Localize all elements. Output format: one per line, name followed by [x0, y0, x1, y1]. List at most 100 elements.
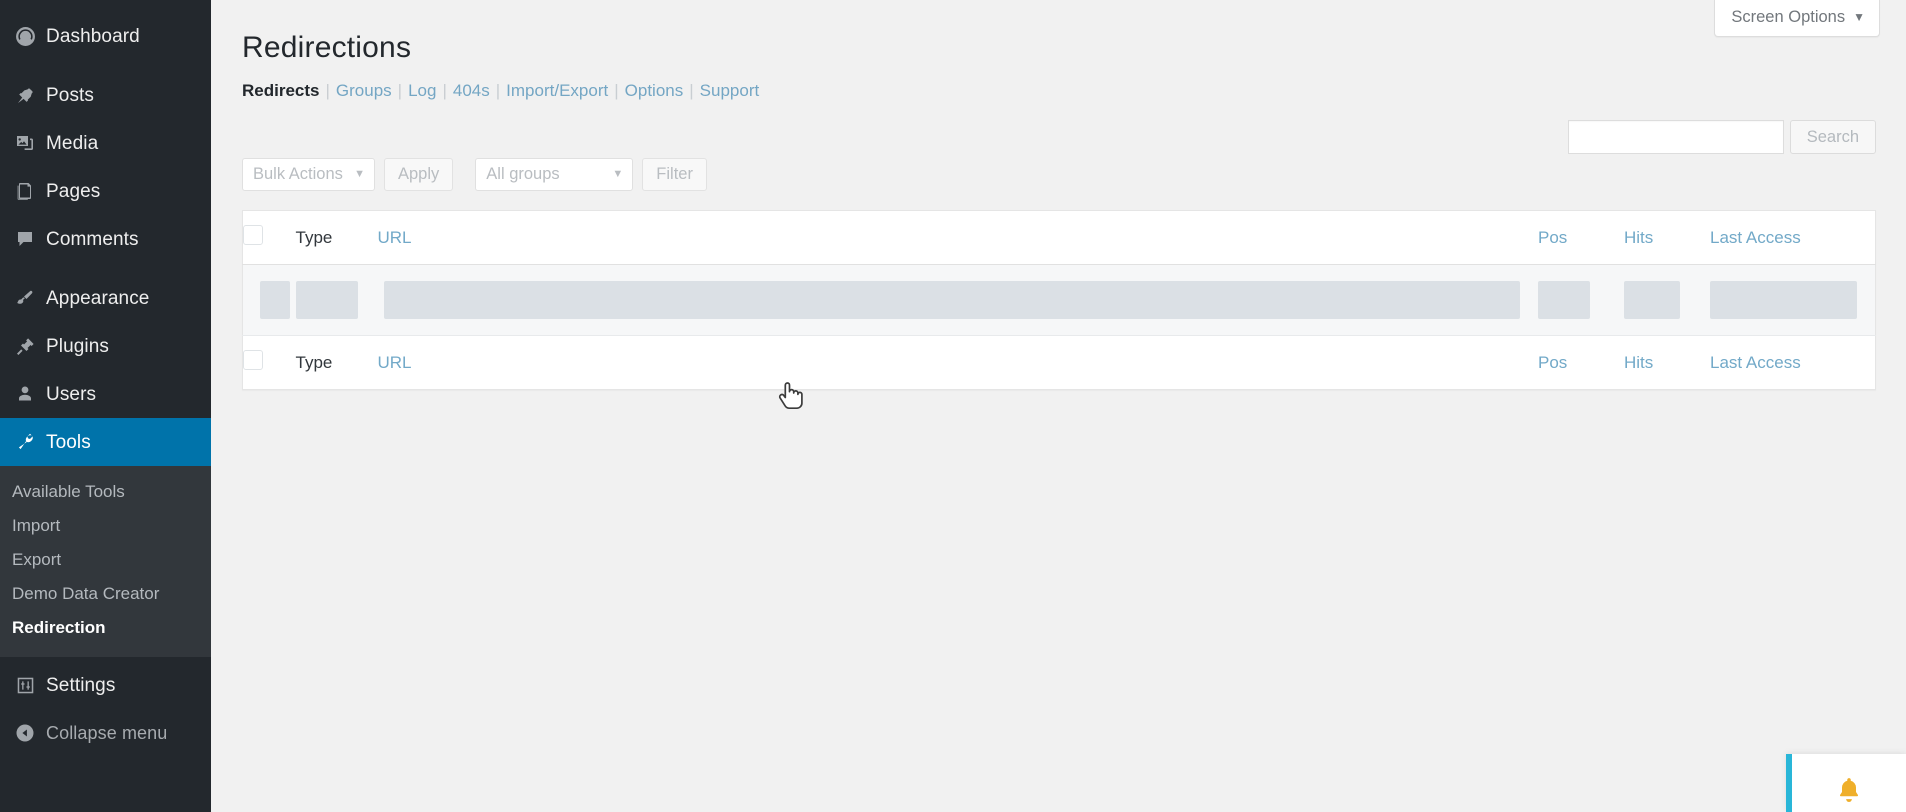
skeleton-block — [1538, 281, 1590, 319]
skeleton-block — [260, 281, 290, 319]
wp-admin-screen: Dashboard Posts Media Pages Comments App… — [0, 0, 1906, 812]
sort-link-last-access[interactable]: Last Access — [1710, 228, 1801, 247]
group-filter-label: All groups — [486, 164, 560, 183]
table-footer-row: Type URL Pos Hits Last Access — [242, 335, 1876, 390]
bulk-actions-label: Bulk Actions — [253, 164, 343, 183]
sidebar-item-comments[interactable]: Comments — [0, 215, 211, 263]
sidebar-item-posts[interactable]: Posts — [0, 71, 211, 119]
comments-icon — [4, 229, 46, 249]
sidebar-item-tools[interactable]: Tools — [0, 418, 211, 466]
group-filter-select[interactable]: All groups ▼ — [475, 157, 634, 191]
submenu-item-available-tools[interactable]: Available Tools — [0, 475, 211, 509]
sidebar-item-label: Appearance — [46, 287, 150, 309]
table-header-row: Type URL Pos Hits Last Access — [242, 210, 1876, 265]
skeleton-block — [1624, 281, 1680, 319]
sidebar-item-collapse-menu[interactable]: Collapse menu — [0, 709, 211, 757]
submenu-item-export[interactable]: Export — [0, 543, 211, 577]
sidebar-submenu-tools: Available Tools Import Export Demo Data … — [0, 466, 211, 657]
select-all-checkbox-footer[interactable] — [243, 350, 263, 370]
search-box: Search — [1567, 120, 1876, 154]
subnav-item-404s[interactable]: 404s — [453, 81, 490, 100]
subnav-separator: | — [397, 81, 403, 100]
subnav: Redirects | Groups | Log | 404s | Import/Export |… — [242, 81, 1876, 101]
table-toolbar: Bulk Actions ▼ Apply All groups ▼ Filter — [242, 156, 1876, 192]
redirects-table: Type URL Pos Hits Last Access Type URL P… — [242, 210, 1876, 390]
sidebar-item-label: Settings — [46, 674, 116, 696]
column-footer-last-access: Last Access — [1710, 335, 1876, 390]
sidebar-item-dashboard[interactable]: Dashboard — [0, 12, 211, 60]
skeleton-checkbox-cell — [242, 264, 296, 336]
sidebar-item-label: Tools — [46, 431, 91, 453]
user-icon — [4, 384, 46, 404]
select-all-header — [242, 210, 296, 265]
search-input[interactable] — [1567, 120, 1784, 154]
sort-link-url-footer[interactable]: URL — [378, 353, 412, 372]
sidebar-item-label: Comments — [46, 228, 139, 250]
subnav-item-support[interactable]: Support — [700, 81, 760, 100]
table-foot: Type URL Pos Hits Last Access — [242, 335, 1876, 390]
sidebar-item-label: Users — [46, 383, 97, 405]
subnav-item-import-export[interactable]: Import/Export — [506, 81, 608, 100]
skeleton-block — [383, 281, 1520, 319]
sidebar-item-label: Media — [46, 132, 99, 154]
chevron-down-icon: ▼ — [354, 168, 365, 180]
subnav-separator: | — [442, 81, 447, 100]
sort-link-pos[interactable]: Pos — [1538, 228, 1567, 247]
sidebar-item-media[interactable]: Media — [0, 119, 211, 167]
select-all-footer — [242, 335, 296, 390]
sort-link-pos-footer[interactable]: Pos — [1538, 353, 1567, 372]
plugin-icon — [4, 336, 46, 356]
column-footer-pos: Pos — [1538, 335, 1624, 390]
bulk-actions-select[interactable]: Bulk Actions ▼ — [242, 157, 375, 191]
sidebar-item-label: Pages — [46, 180, 101, 202]
submenu-item-redirection[interactable]: Redirection — [0, 611, 211, 645]
column-footer-url: URL — [377, 335, 1538, 390]
sidebar-item-settings[interactable]: Settings — [0, 661, 211, 709]
sort-link-last-access-footer[interactable]: Last Access — [1710, 353, 1801, 372]
sidebar-item-label: Dashboard — [46, 25, 140, 47]
notification-widget[interactable] — [1786, 754, 1906, 812]
filter-button[interactable]: Filter — [642, 157, 707, 191]
sort-link-hits[interactable]: Hits — [1624, 228, 1653, 247]
sidebar-item-plugins[interactable]: Plugins — [0, 322, 211, 370]
sort-link-hits-footer[interactable]: Hits — [1624, 353, 1653, 372]
pin-icon — [4, 85, 46, 105]
submenu-item-demo-data-creator[interactable]: Demo Data Creator — [0, 577, 211, 611]
chevron-down-icon: ▼ — [612, 168, 624, 180]
column-header-hits: Hits — [1624, 210, 1710, 265]
sidebar-item-label: Plugins — [46, 335, 110, 357]
paintbrush-icon — [4, 288, 46, 308]
skeleton-pos-cell — [1538, 264, 1624, 336]
sidebar-item-pages[interactable]: Pages — [0, 167, 211, 215]
collapse-icon — [4, 723, 46, 743]
sidebar-item-label: Collapse menu — [46, 723, 168, 743]
subnav-item-log[interactable]: Log — [408, 81, 436, 100]
admin-sidebar: Dashboard Posts Media Pages Comments App… — [0, 0, 211, 812]
bell-icon — [1834, 775, 1864, 810]
skeleton-hits-cell — [1624, 264, 1710, 336]
page-title: Redirections — [242, 31, 412, 64]
sidebar-item-appearance[interactable]: Appearance — [0, 274, 211, 322]
wrench-icon — [4, 432, 46, 452]
subnav-separator: | — [689, 81, 694, 100]
pages-icon — [4, 181, 46, 201]
skeleton-url-cell — [377, 264, 1538, 336]
dashboard-icon — [4, 26, 46, 47]
subnav-item-groups[interactable]: Groups — [336, 81, 392, 100]
subnav-separator: | — [495, 81, 501, 100]
sidebar-item-users[interactable]: Users — [0, 370, 211, 418]
apply-button[interactable]: Apply — [384, 157, 454, 191]
screen-options-button[interactable]: Screen Options ▼ — [1714, 0, 1880, 37]
submenu-item-import[interactable]: Import — [0, 509, 211, 543]
table-head: Type URL Pos Hits Last Access — [242, 210, 1876, 265]
select-all-checkbox[interactable] — [243, 225, 263, 245]
table-body — [242, 264, 1876, 336]
sort-link-url[interactable]: URL — [378, 228, 412, 247]
screen-options-label: Screen Options — [1731, 8, 1846, 26]
sidebar-divider — [0, 263, 211, 274]
chevron-down-icon: ▼ — [1853, 10, 1865, 24]
search-button[interactable]: Search — [1789, 120, 1876, 154]
subnav-item-redirects[interactable]: Redirects — [242, 81, 319, 100]
column-header-url: URL — [377, 210, 1538, 265]
subnav-item-options[interactable]: Options — [625, 81, 684, 100]
